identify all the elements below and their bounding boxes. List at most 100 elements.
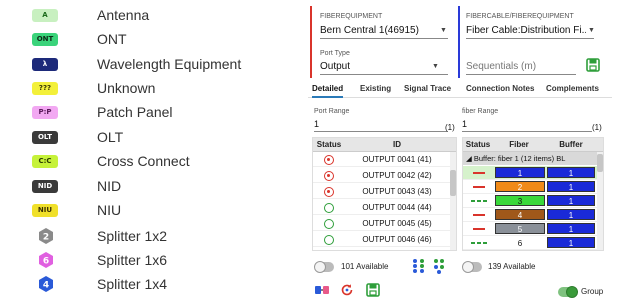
- filter-icon[interactable]: [432, 258, 446, 274]
- legend-badge-icon: ONT: [32, 33, 58, 46]
- tab-signal-trace[interactable]: Signal Trace: [404, 80, 451, 98]
- fiber-used-status-icon: [473, 228, 485, 230]
- port-id-cell: OUTPUT 0043 (43): [362, 187, 432, 196]
- buffer-color-cell[interactable]: 1: [547, 195, 595, 206]
- fiber-range-input[interactable]: 1: [462, 119, 467, 129]
- port-used-status-icon[interactable]: [324, 187, 334, 197]
- table-row[interactable]: OUTPUT 0045 (45): [313, 217, 450, 231]
- ports-table-scroll-thumb[interactable]: [450, 170, 456, 196]
- table-row[interactable]: OUTPUT 0043 (43): [313, 185, 450, 199]
- legend-badge-icon: NIU: [32, 204, 58, 217]
- port-type-select[interactable]: Output: [320, 61, 420, 72]
- fiber-used-status-icon: [473, 186, 485, 188]
- chevron-down-icon[interactable]: ▼: [440, 27, 447, 34]
- legend-badge-icon: NID: [32, 180, 58, 193]
- tab-detailed[interactable]: Detailed: [312, 80, 344, 98]
- ports-table-header: Status ID: [313, 138, 456, 152]
- column-header-id[interactable]: ID: [345, 138, 449, 152]
- buffer-color-cell[interactable]: 1: [547, 181, 595, 192]
- fiber-color-cell[interactable]: 1: [495, 167, 545, 178]
- left-available-toggle[interactable]: [314, 261, 334, 273]
- fiber-cable-select[interactable]: Fiber Cable:Distribution Fi...: [466, 25, 586, 36]
- buffer-color-cell[interactable]: 1: [547, 209, 595, 220]
- table-row[interactable]: 61: [463, 236, 597, 250]
- fiber-range-label: fiber Range: [462, 108, 499, 115]
- group-toggle[interactable]: [558, 286, 578, 298]
- right-available-count: 139 Available: [488, 262, 536, 271]
- equipment-legend: A Antenna ONT ONT λ Wavelength Equipment??? Un…: [0, 0, 300, 299]
- legend-label: Splitter 1x4: [97, 276, 168, 292]
- port-used-status-icon[interactable]: [324, 171, 334, 181]
- legend-label: ONT: [97, 31, 127, 47]
- table-row[interactable]: OUTPUT 0041 (41): [313, 153, 450, 167]
- toggle-knob: [314, 261, 326, 273]
- tab-existing[interactable]: Existing: [360, 80, 391, 98]
- fiber-color-cell[interactable]: 5: [495, 223, 545, 234]
- table-row[interactable]: 51: [463, 222, 597, 236]
- table-row[interactable]: OUTPUT 0042 (42): [313, 169, 450, 183]
- fiber-color-cell[interactable]: 2: [495, 181, 545, 192]
- group-toggle-label: Group: [581, 287, 604, 296]
- chevron-down-icon[interactable]: ▼: [432, 63, 439, 70]
- buffer-color-cell[interactable]: 1: [547, 167, 595, 178]
- connect-icon[interactable]: [314, 284, 330, 296]
- sort-icon[interactable]: [412, 258, 426, 274]
- table-row[interactable]: 11: [463, 166, 597, 180]
- port-available-status-icon[interactable]: [324, 235, 334, 245]
- save-icon[interactable]: [366, 283, 380, 297]
- legend-badge-icon: P:P: [32, 106, 58, 119]
- port-available-status-icon[interactable]: [324, 203, 334, 213]
- fiber-available-status-icon: [477, 242, 481, 244]
- fiber-range-underline: [462, 131, 592, 132]
- fiber-cable-underline: [466, 38, 594, 39]
- ports-table-scrollbar[interactable]: [450, 152, 456, 250]
- refresh-icon[interactable]: [340, 283, 354, 297]
- buffer-color-cell[interactable]: 1: [547, 237, 595, 248]
- splitter-icon-label: 6: [43, 257, 49, 267]
- fiber-available-status-icon: [483, 200, 487, 202]
- chevron-down-icon[interactable]: ▼: [588, 27, 595, 34]
- legend-row: P:P Patch Panel: [0, 101, 300, 125]
- fiber-equipment-label: FIBEREQUIPMENT: [320, 13, 383, 20]
- splitter-icon-label: 4: [43, 281, 49, 291]
- fiber-equipment-select[interactable]: Bern Central 1(46915): [320, 25, 440, 36]
- sequentials-underline: [466, 74, 576, 75]
- tab-connection-notes[interactable]: Connection Notes: [466, 80, 534, 98]
- port-available-status-icon[interactable]: [324, 219, 334, 229]
- tab-complements[interactable]: Complements: [546, 80, 599, 98]
- collapse-icon[interactable]: ◢: [466, 154, 474, 163]
- fiber-color-cell[interactable]: 3: [495, 195, 545, 206]
- sequentials-input[interactable]: Sequentials (m): [466, 61, 576, 72]
- table-row[interactable]: 21: [463, 180, 597, 194]
- legend-label: NID: [97, 178, 122, 194]
- column-header-status[interactable]: Status: [463, 138, 493, 152]
- table-row[interactable]: OUTPUT 0046 (46): [313, 233, 450, 247]
- fiber-cable-label: FIBERCABLE/FIBEREQUIPMENT: [466, 13, 574, 20]
- port-range-input[interactable]: 1: [314, 119, 319, 129]
- splitter-icon: 4: [39, 276, 53, 292]
- table-row[interactable]: OUTPUT 0044 (44): [313, 201, 450, 215]
- fibers-table: Status Fiber Buffer ◢ Buffer: fiber 1 (1…: [462, 137, 604, 251]
- legend-row: OLT OLT: [0, 126, 300, 150]
- fiber-color-cell[interactable]: 4: [495, 209, 545, 220]
- column-header-buffer[interactable]: Buffer: [545, 138, 597, 152]
- column-header-status[interactable]: Status: [313, 138, 345, 152]
- legend-label: Splitter 1x6: [97, 252, 168, 268]
- save-icon[interactable]: [586, 58, 600, 72]
- fibers-table-scroll-thumb[interactable]: [597, 154, 603, 172]
- buffer-group-row[interactable]: ◢ Buffer: fiber 1 (12 items) BL: [463, 152, 597, 165]
- port-used-status-icon[interactable]: [324, 155, 334, 165]
- table-row[interactable]: 31: [463, 194, 597, 208]
- fiber-cable-accent: [458, 6, 460, 78]
- column-header-fiber[interactable]: Fiber: [493, 138, 545, 152]
- buffer-color-cell[interactable]: 1: [547, 223, 595, 234]
- legend-label: OLT: [97, 129, 124, 145]
- legend-badge-icon: λ: [32, 58, 58, 71]
- legend-badge-icon: ???: [32, 82, 58, 95]
- fiber-available-status-icon: [483, 242, 487, 244]
- table-row[interactable]: 41: [463, 208, 597, 222]
- legend-row: NID NID: [0, 175, 300, 199]
- fiber-color-cell[interactable]: 6: [495, 237, 545, 248]
- legend-badge-icon: A: [32, 9, 58, 22]
- right-available-toggle[interactable]: [462, 261, 482, 273]
